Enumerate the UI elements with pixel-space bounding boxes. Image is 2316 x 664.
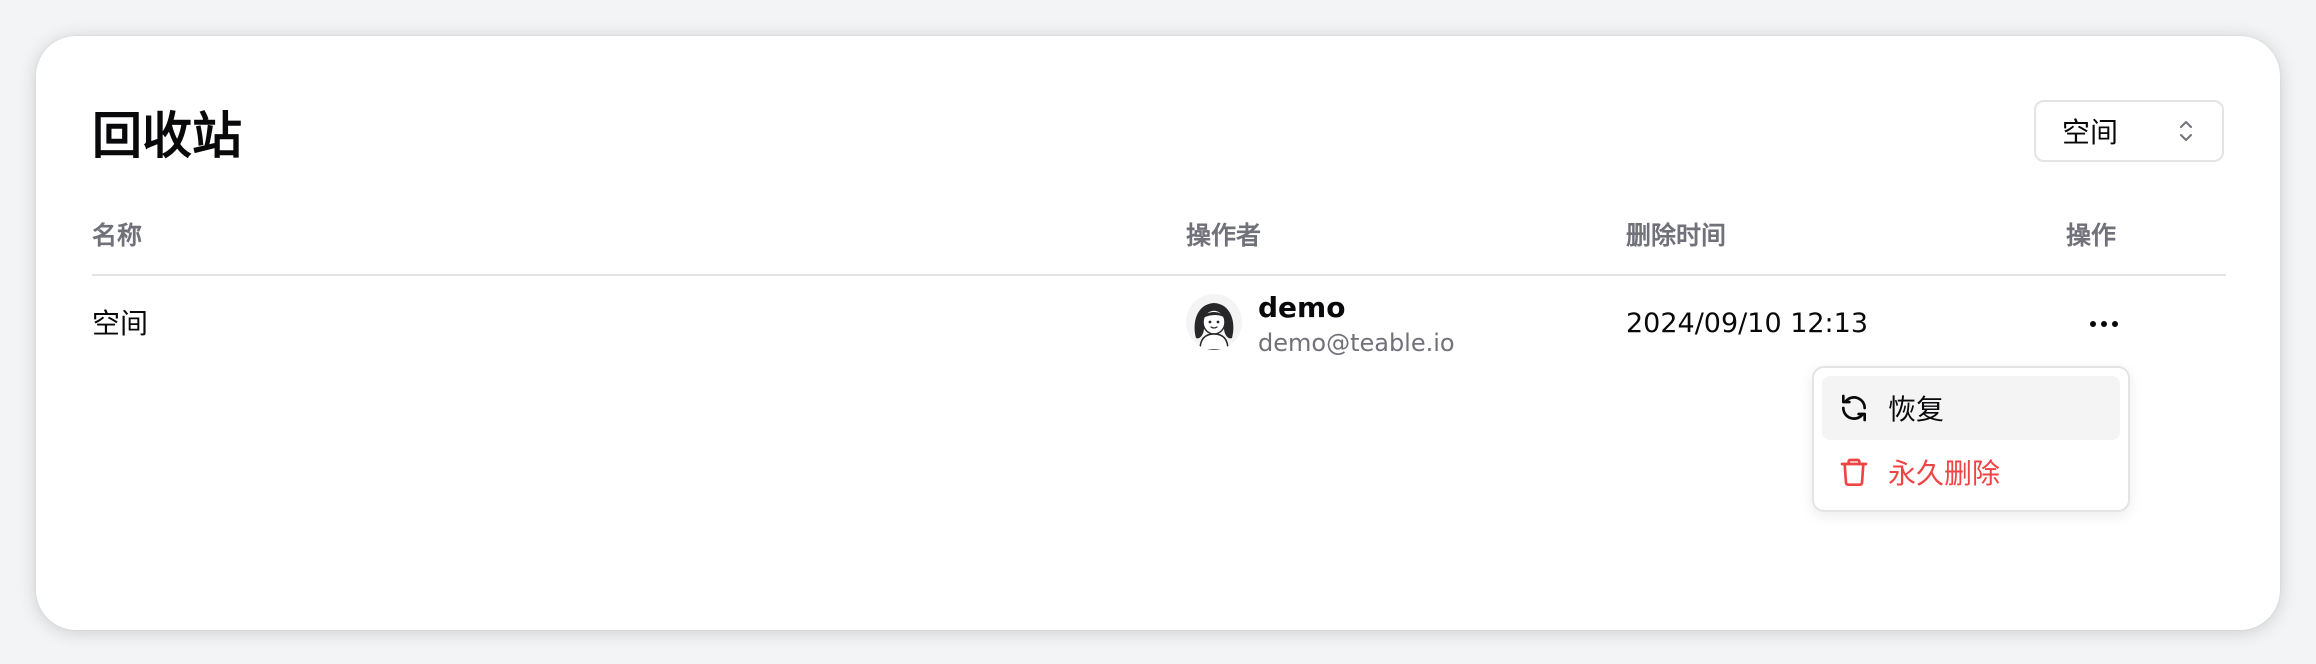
permanent-delete-menu-item[interactable]: 永久删除	[1822, 440, 2120, 504]
more-dot	[2090, 321, 2096, 327]
deleted-time: 2024/09/10 12:13	[1626, 308, 1869, 339]
header-divider	[92, 274, 2226, 276]
operator-email: demo@teable.io	[1258, 329, 1455, 357]
operator-name: demo	[1258, 291, 1346, 324]
type-filter-select[interactable]: 空间	[2034, 100, 2224, 162]
row-actions-menu: 恢复 永久删除	[1812, 366, 2130, 512]
permanent-delete-label: 永久删除	[1888, 457, 2001, 490]
user-avatar-icon	[1186, 294, 1242, 350]
chevron-up-down-icon	[2180, 121, 2192, 141]
column-header-deleted-time: 删除时间	[1626, 221, 1727, 250]
page-title: 回收站	[92, 107, 242, 165]
more-dot	[2101, 321, 2107, 327]
column-header-operator: 操作者	[1186, 221, 1262, 250]
trash-icon	[1840, 458, 1868, 486]
refresh-icon	[1842, 394, 1866, 422]
column-header-name: 名称	[92, 221, 143, 250]
more-actions-button[interactable]	[2082, 304, 2126, 344]
row-name: 空间	[92, 307, 149, 340]
more-dot	[2112, 321, 2118, 327]
trash-panel: 回收站 空间 名称 操作者 删除时间 操作 空间 demo demo@teabl…	[36, 36, 2280, 630]
restore-menu-item[interactable]: 恢复	[1822, 376, 2120, 440]
column-header-actions: 操作	[2066, 221, 2117, 250]
restore-label: 恢复	[1888, 393, 1945, 426]
avatar	[1186, 294, 1242, 350]
type-filter-value: 空间	[2062, 116, 2119, 149]
